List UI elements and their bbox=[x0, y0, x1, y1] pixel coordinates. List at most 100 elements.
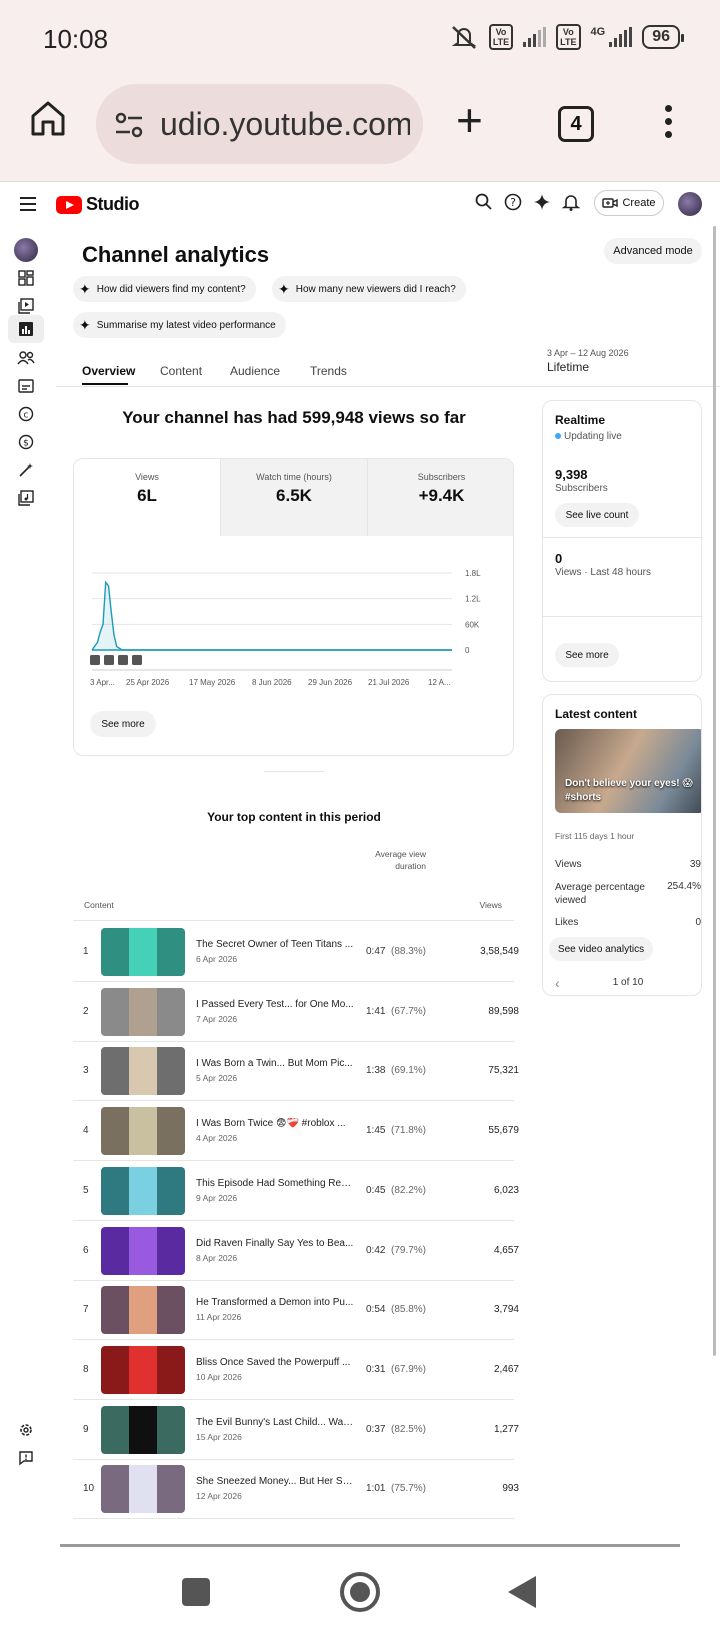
video-title[interactable]: I Passed Every Test... for One Mo... bbox=[196, 999, 354, 1010]
table-row[interactable]: 4 I Was Born Twice 😨❤️‍🩹 #roblox ... 4 Apr… bbox=[73, 1101, 519, 1162]
settings-icon[interactable] bbox=[12, 1416, 40, 1444]
table-row[interactable]: 5 This Episode Had Something Rea... 9 Apr … bbox=[73, 1161, 519, 1221]
community-icon[interactable] bbox=[12, 344, 40, 372]
video-views: 1,277 bbox=[493, 1423, 519, 1435]
chevron-left-icon[interactable]: ‹ bbox=[555, 975, 560, 991]
page-title: Channel analytics bbox=[82, 242, 270, 267]
earn-icon[interactable]: $ bbox=[12, 428, 40, 456]
svg-text:$: $ bbox=[23, 439, 29, 449]
video-title[interactable]: Bliss Once Saved the Powerpuff ... bbox=[196, 1357, 354, 1368]
tab-audience[interactable]: Audience bbox=[230, 364, 280, 378]
video-title[interactable]: This Episode Had Something Rea... bbox=[196, 1178, 354, 1189]
see-more-button[interactable]: See more bbox=[90, 711, 156, 737]
video-thumbnail[interactable] bbox=[101, 987, 185, 1036]
video-title[interactable]: Did Raven Finally Say Yes to Bea... bbox=[196, 1238, 354, 1249]
date-range[interactable]: 3 Apr – 12 Aug 2026 bbox=[547, 348, 629, 358]
help-icon[interactable]: ? bbox=[503, 192, 523, 212]
series-area bbox=[92, 582, 452, 650]
subtitles-icon[interactable] bbox=[12, 372, 40, 400]
signal-icon-2 bbox=[609, 27, 633, 47]
sparkle-icon[interactable] bbox=[532, 192, 552, 212]
address-bar[interactable]: udio.youtube.com bbox=[96, 84, 423, 164]
video-title[interactable]: The Evil Bunny's Last Child... Was... bbox=[196, 1417, 354, 1428]
feedback-icon[interactable] bbox=[12, 1444, 40, 1472]
tab-content[interactable]: Content bbox=[160, 364, 202, 378]
latest-video-thumbnail[interactable]: Don't believe your eyes! 😱 #shorts bbox=[555, 729, 701, 813]
see-live-count-button[interactable]: See live count bbox=[555, 503, 639, 527]
channel-avatar[interactable] bbox=[14, 238, 38, 262]
video-title[interactable]: The Secret Owner of Teen Titans ... bbox=[196, 939, 354, 950]
avg-duration: 0:37 bbox=[366, 1423, 386, 1435]
back-button[interactable] bbox=[508, 1576, 536, 1608]
date-range-label[interactable]: Lifetime bbox=[547, 360, 589, 374]
vertical-scrollbar[interactable] bbox=[713, 226, 716, 1356]
row-rank: 4 bbox=[83, 1125, 89, 1137]
video-thumbnail[interactable] bbox=[101, 1286, 185, 1335]
table-row[interactable]: 8 Bliss Once Saved the Powerpuff ... 10 Ap… bbox=[73, 1340, 519, 1400]
video-thumbnail[interactable] bbox=[101, 1166, 185, 1215]
copyright-icon[interactable]: c bbox=[12, 400, 40, 428]
publish-marker-icon bbox=[104, 655, 114, 665]
overview-card: Views 6L Watch time (hours) 6.5K Subscri… bbox=[73, 458, 514, 756]
tab-switcher-button[interactable]: 4 bbox=[558, 106, 594, 142]
video-thumbnail[interactable] bbox=[101, 928, 185, 976]
recents-button[interactable] bbox=[182, 1578, 210, 1606]
video-thumbnail[interactable] bbox=[101, 1047, 185, 1096]
left-rail: c $ bbox=[0, 226, 52, 1546]
video-title[interactable]: I Was Born a Twin... But Mom Pic... bbox=[196, 1058, 354, 1069]
new-tab-button[interactable]: + bbox=[456, 97, 483, 143]
realtime-see-more-button[interactable]: See more bbox=[555, 643, 619, 667]
table-row[interactable]: 10 She Sneezed Money... But Her Sis... 12 … bbox=[73, 1459, 519, 1520]
site-settings-icon[interactable] bbox=[112, 108, 146, 142]
video-thumbnail[interactable] bbox=[101, 1345, 185, 1394]
studio-logo[interactable]: Studio bbox=[56, 194, 140, 215]
y-tick-label: 1.2L bbox=[465, 595, 481, 604]
video-date: 9 Apr 2026 bbox=[196, 1192, 238, 1203]
home-button[interactable] bbox=[340, 1572, 380, 1612]
menu-icon[interactable] bbox=[20, 197, 36, 215]
table-row[interactable]: 6 Did Raven Finally Say Yes to Bea... 8 Ap… bbox=[73, 1221, 519, 1281]
ai-chip-traffic[interactable]: ✦ How did viewers find my content? bbox=[73, 276, 256, 302]
home-icon[interactable] bbox=[28, 98, 68, 138]
bell-icon[interactable] bbox=[561, 192, 581, 212]
video-title[interactable]: She Sneezed Money... But Her Sis... bbox=[196, 1476, 354, 1487]
see-video-analytics-button[interactable]: See video analytics bbox=[549, 937, 653, 961]
views-chart[interactable]: 0 60K 1.2L 1.8L 3 Apr... 25 Apr 2026 17 May 20… bbox=[74, 559, 514, 699]
avg-percentage: (75.7%) bbox=[391, 1483, 427, 1495]
customisation-wand-icon[interactable] bbox=[12, 456, 40, 484]
browser-menu-button[interactable] bbox=[665, 105, 673, 144]
video-title[interactable]: I Was Born Twice 😨❤️‍🩹 #roblox ... bbox=[196, 1118, 354, 1129]
video-thumbnail[interactable] bbox=[101, 1226, 185, 1275]
advanced-mode-button[interactable]: Advanced mode bbox=[604, 238, 702, 264]
battery-indicator: 96 bbox=[642, 25, 684, 49]
dashboard-icon[interactable] bbox=[12, 264, 40, 292]
metric-views[interactable]: Views 6L bbox=[74, 459, 221, 536]
video-thumbnail[interactable] bbox=[101, 1465, 185, 1514]
table-row[interactable]: 2 I Passed Every Test... for One Mo... 7 A… bbox=[73, 982, 519, 1042]
views-headline: Your channel has had 599,948 views so fa… bbox=[122, 408, 466, 427]
metric-watch-time[interactable]: Watch time (hours) 6.5K bbox=[221, 459, 368, 536]
account-avatar[interactable] bbox=[678, 192, 702, 216]
video-title[interactable]: He Transformed a Demon into Pu... bbox=[196, 1297, 354, 1308]
video-thumbnail[interactable] bbox=[101, 1405, 185, 1454]
volte-icon-2: Vo LTE bbox=[556, 24, 581, 50]
section-divider bbox=[264, 771, 324, 772]
ai-chip-summary[interactable]: ✦ Summarise my latest video performance bbox=[73, 312, 286, 338]
avg-duration: 0:31 bbox=[366, 1363, 386, 1375]
metric-subscribers[interactable]: Subscribers +9.4K bbox=[368, 459, 513, 536]
search-icon[interactable] bbox=[474, 192, 494, 212]
analytics-icon[interactable] bbox=[8, 315, 44, 343]
horizontal-scrollbar[interactable] bbox=[60, 1544, 680, 1547]
table-row[interactable]: 3 I Was Born a Twin... But Mom Pic... 5 Ap… bbox=[73, 1041, 519, 1102]
table-row[interactable]: 7 He Transformed a Demon into Pu... 11 Apr… bbox=[73, 1280, 519, 1341]
publish-marker-icon bbox=[90, 655, 100, 665]
latest-content-title: Latest content bbox=[555, 707, 638, 721]
audio-library-icon[interactable] bbox=[12, 484, 40, 512]
ai-chip-new-viewers[interactable]: ✦ How many new viewers did I reach? bbox=[272, 276, 466, 302]
table-row[interactable]: 1 The Secret Owner of Teen Titans ... 6 Ap… bbox=[73, 922, 519, 982]
video-thumbnail[interactable] bbox=[101, 1107, 185, 1156]
tab-trends[interactable]: Trends bbox=[310, 364, 347, 378]
table-row[interactable]: 9 The Evil Bunny's Last Child... Was... 15… bbox=[73, 1400, 519, 1460]
create-button[interactable]: Create bbox=[594, 190, 664, 216]
tab-overview[interactable]: Overview bbox=[82, 364, 135, 378]
